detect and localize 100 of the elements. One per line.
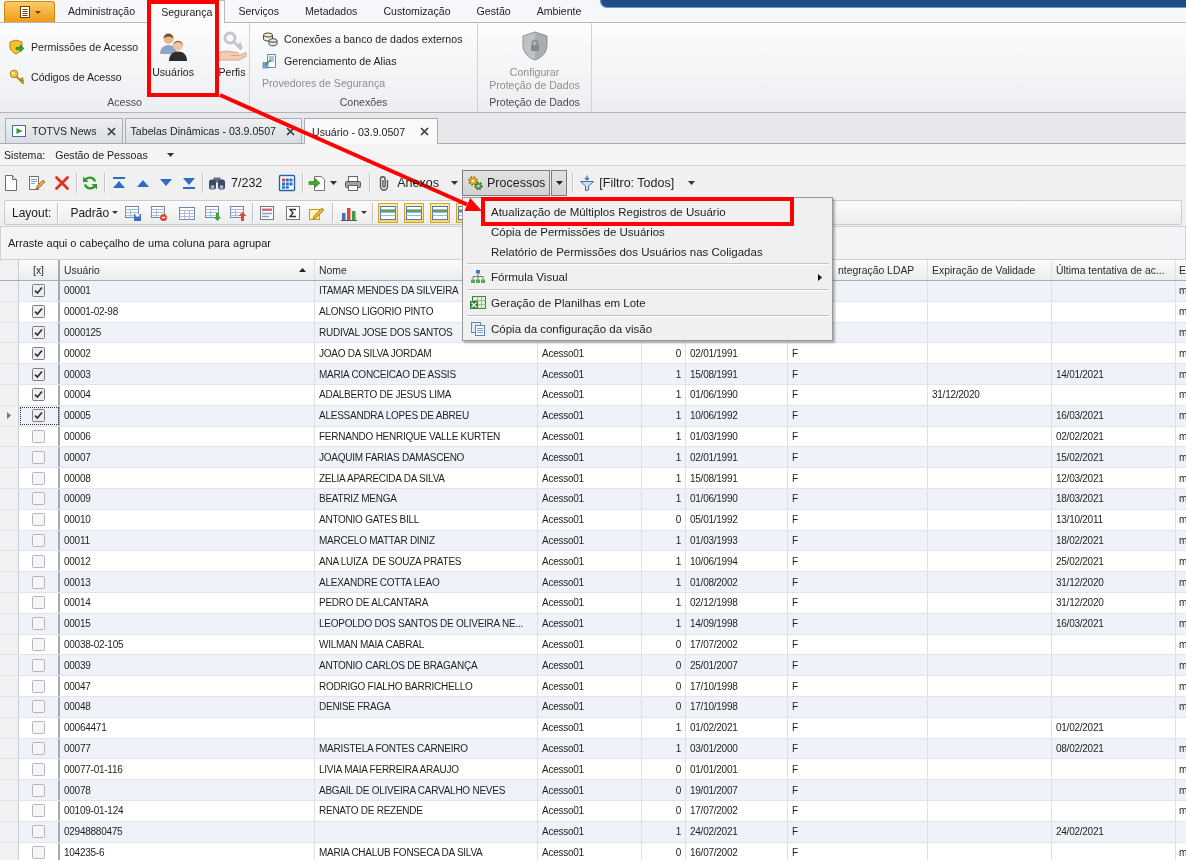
close-icon[interactable]: [286, 126, 295, 136]
caret-icon[interactable]: [361, 211, 368, 214]
layout-dropdown[interactable]: Padrão: [70, 205, 119, 220]
table-cell: 1: [642, 738, 686, 759]
checkbox[interactable]: [32, 679, 45, 693]
checkbox[interactable]: [32, 409, 45, 423]
top-arrow-icon[interactable]: [111, 174, 127, 191]
view-toggle-button[interactable]: [430, 202, 451, 223]
ribbon-large-button[interactable]: Usuários: [147, 23, 199, 94]
keys-hand-icon: [216, 30, 248, 62]
table-cell: 14/09/1998: [686, 613, 788, 634]
checkbox[interactable]: [32, 845, 45, 859]
column-header[interactable]: Usuário: [60, 260, 315, 280]
checkbox[interactable]: [32, 492, 45, 506]
menu-item[interactable]: Cópia de Permissões de Usuários: [465, 222, 830, 242]
caret-icon[interactable]: [330, 180, 338, 185]
ribbon-tab[interactable]: Customização: [370, 0, 464, 22]
refresh-icon[interactable]: [82, 174, 98, 191]
view-toggle-button[interactable]: [378, 202, 399, 223]
table-cell: 00039: [60, 655, 315, 676]
checkbox[interactable]: [32, 825, 45, 839]
sigma-icon[interactable]: [284, 204, 303, 221]
application-menu-button[interactable]: [4, 1, 55, 22]
menu-item[interactable]: Geração de Planilhas em Lote: [465, 292, 830, 314]
close-icon[interactable]: [420, 127, 430, 136]
checkbox[interactable]: [32, 326, 45, 339]
org-chart-icon: [470, 269, 486, 285]
checkbox[interactable]: [32, 367, 45, 381]
checkbox[interactable]: [32, 783, 45, 797]
column-header[interactable]: Expiração de Validade: [928, 260, 1052, 280]
table-cell: m: [1176, 655, 1186, 676]
ribbon-button[interactable]: Conexões a banco de dados externos: [261, 28, 464, 50]
ribbon-tab[interactable]: Serviços: [225, 0, 292, 22]
checkbox[interactable]: [32, 554, 45, 568]
checkbox[interactable]: [32, 721, 45, 735]
table-cell: 00077: [60, 738, 315, 759]
table-cell: Acesso01: [538, 426, 642, 447]
table-cell: m: [1176, 592, 1186, 613]
table-cell: ABGAIL DE OLIVEIRA CARVALHO NEVES: [315, 780, 538, 800]
checkbox[interactable]: [32, 762, 45, 776]
edit-document-icon[interactable]: [28, 174, 46, 191]
table-cell: 15/08/1991: [686, 364, 788, 384]
table-cell: 0: [642, 655, 686, 676]
checkbox[interactable]: [32, 700, 45, 714]
checkbox[interactable]: [32, 596, 45, 610]
document-tab[interactable]: Tabelas Dinâmicas - 03.9.0507: [124, 118, 302, 143]
checkbox[interactable]: [32, 804, 45, 818]
system-dropdown[interactable]: Gestão de Pessoas: [55, 148, 174, 161]
menu-item[interactable]: Fórmula Visual: [465, 266, 830, 288]
checkbox[interactable]: [32, 617, 45, 631]
table-cell: F: [788, 696, 928, 717]
table-cell: 00011: [60, 530, 315, 551]
checkbox[interactable]: [32, 284, 45, 298]
ribbon-tab[interactable]: Administração: [55, 0, 149, 22]
filter-button[interactable]: [Filtro: Todos]: [579, 174, 696, 191]
table-cell: Acesso01: [538, 509, 642, 530]
view-toggle-button[interactable]: [404, 202, 425, 223]
ribbon-tab[interactable]: Gestão: [463, 0, 524, 22]
ribbon-tab[interactable]: Ambiente: [523, 0, 595, 22]
column-header[interactable]: Última tentativa de ac...: [1052, 260, 1176, 280]
table-cell: 13/10/2011: [1052, 509, 1176, 530]
checkbox[interactable]: [32, 741, 45, 755]
ribbon-button[interactable]: Códigos de Acesso: [8, 66, 140, 88]
arrow-page-icon[interactable]: [308, 174, 327, 191]
checkbox[interactable]: [32, 471, 45, 485]
printer-icon[interactable]: [344, 174, 363, 191]
table-minus-icon[interactable]: [150, 204, 169, 221]
close-icon[interactable]: [106, 126, 116, 136]
checkbox[interactable]: [32, 513, 45, 527]
menu-item[interactable]: Relatório de Permissões dos Usuários nas Coligadas: [465, 242, 830, 262]
new-document-icon[interactable]: [4, 174, 18, 191]
ribbon-button[interactable]: Gerenciamento de Alias: [261, 50, 464, 72]
checkbox[interactable]: [32, 575, 45, 589]
form-icon[interactable]: [258, 204, 277, 221]
checkbox[interactable]: [32, 388, 45, 402]
checkbox[interactable]: [32, 429, 45, 443]
document-tab[interactable]: TOTVS News: [5, 118, 123, 143]
ribbon-button[interactable]: Permissões de Acesso: [8, 36, 140, 58]
table-cell: 00078: [60, 780, 315, 800]
processes-dropdown-button[interactable]: [551, 169, 568, 196]
menu-item[interactable]: Atualização de Múltiplos Registros de Usuário: [465, 202, 830, 222]
document-tab[interactable]: Usuário - 03.9.0507: [304, 118, 439, 144]
table-cell: Acesso01: [538, 613, 642, 634]
checkbox[interactable]: [32, 533, 45, 547]
checkbox[interactable]: [32, 450, 45, 464]
table-cell: 02/02/2021: [1052, 426, 1176, 447]
delete-icon[interactable]: [54, 174, 70, 191]
column-header[interactable]: E: [1176, 260, 1186, 280]
checkbox[interactable]: [32, 658, 45, 672]
checkbox[interactable]: [32, 637, 45, 651]
checkbox[interactable]: [32, 346, 45, 360]
grid-icon[interactable]: [278, 173, 297, 192]
table-cell: 18/02/2021: [1052, 530, 1176, 551]
processes-button[interactable]: Processos: [462, 169, 551, 196]
table-cell: 00014: [60, 592, 315, 613]
ribbon-large-button[interactable]: Perfis: [211, 23, 253, 94]
table-cell: 02/01/1991: [686, 343, 788, 364]
table-icon[interactable]: [178, 204, 197, 221]
checkbox[interactable]: [32, 305, 45, 319]
ribbon-tab[interactable]: Metadados: [292, 0, 371, 22]
